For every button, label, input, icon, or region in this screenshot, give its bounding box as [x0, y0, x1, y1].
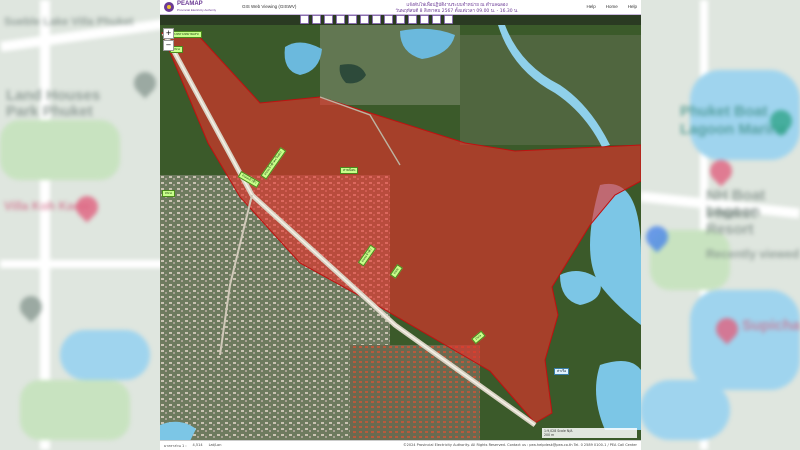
basemap-icon[interactable] — [372, 15, 381, 24]
status-scale-label: มาตราส่วน 1 : — [164, 444, 187, 448]
place-label[interactable]: ท่าเรือ — [554, 368, 570, 375]
scale-line2: 200 m — [544, 433, 555, 437]
info-icon[interactable] — [420, 15, 429, 24]
residential-area-south — [350, 345, 480, 441]
outage-notice-line2: วันพฤหัสบดี 8 สิงหาคม 2567 ตั้งแต่เวลา 0… — [395, 9, 519, 14]
brand-name: PEAMAP — [177, 1, 203, 7]
map-canvas[interactable] — [160, 25, 641, 441]
bookmark-icon[interactable] — [360, 15, 369, 24]
scale-box: 1:9,028 Scale N/A 200 m — [542, 428, 637, 438]
clear-icon[interactable] — [396, 15, 405, 24]
lagoon-south-east — [596, 361, 641, 430]
outage-notice: แจ้งดับไฟเพื่อปฏิบัติงานระบบจำหน่าย ณ ตำ… — [312, 0, 602, 14]
feeder-label[interactable]: ถนน — [162, 190, 175, 197]
pin-icon — [705, 155, 737, 187]
status-copyright: ©2024 Provincial Electricity Authority. … — [403, 443, 637, 447]
pin-icon — [129, 67, 161, 99]
status-coords: Lat/Lon — [208, 443, 222, 447]
zoom-out-button[interactable]: − — [163, 40, 174, 51]
map-toolbar — [300, 15, 453, 24]
status-scale-value: 4,514 — [192, 443, 203, 447]
app-title: GIS Web Viewing (GISWV) — [242, 4, 297, 9]
bg-label-land-houses: Land Houses — [6, 87, 101, 104]
bg-label-park-phuket: Park Phuket — [6, 103, 93, 120]
nav-help-1[interactable]: Help — [586, 4, 595, 9]
zoom-control: + − — [163, 28, 174, 52]
bg-label-recently-viewed: Recently viewed — [706, 247, 800, 261]
draw-icon[interactable] — [384, 15, 393, 24]
settings-icon[interactable] — [444, 15, 453, 24]
top-bar: PEAMAP Provincial Electricity Authority … — [160, 0, 641, 15]
gis-viewer-window: PEAMAP Provincial Electricity Authority … — [160, 0, 641, 450]
pea-logo-icon — [164, 2, 174, 12]
bg-label-phuket-resort: Phuket Resort — [706, 205, 757, 238]
brand-subtitle: Provincial Electricity Authority — [177, 8, 217, 12]
identify-icon[interactable] — [324, 15, 333, 24]
locate-icon[interactable] — [408, 15, 417, 24]
nav-help-2[interactable]: Help — [628, 4, 637, 9]
feeder-label[interactable]: สายป้อน — [340, 167, 359, 174]
bg-label-phuket-boat: Phuket Boat — [680, 103, 768, 120]
share-icon[interactable] — [432, 15, 441, 24]
top-nav: Help Home Help — [586, 4, 637, 9]
measure-icon[interactable] — [312, 15, 321, 24]
print-icon[interactable] — [348, 15, 357, 24]
bg-label-sueble: Sueble Lake Villa Phuket — [4, 16, 134, 28]
zoom-in-button[interactable]: + — [163, 28, 174, 39]
nav-home[interactable]: Home — [606, 4, 618, 9]
search-icon[interactable] — [336, 15, 345, 24]
bg-label-supicha: Supicha — [742, 317, 800, 334]
layers-icon[interactable] — [300, 15, 309, 24]
status-bar: มาตราส่วน 1 : 4,514 Lat/Lon ©2024 Provin… — [160, 440, 641, 450]
pin-icon — [71, 191, 103, 223]
